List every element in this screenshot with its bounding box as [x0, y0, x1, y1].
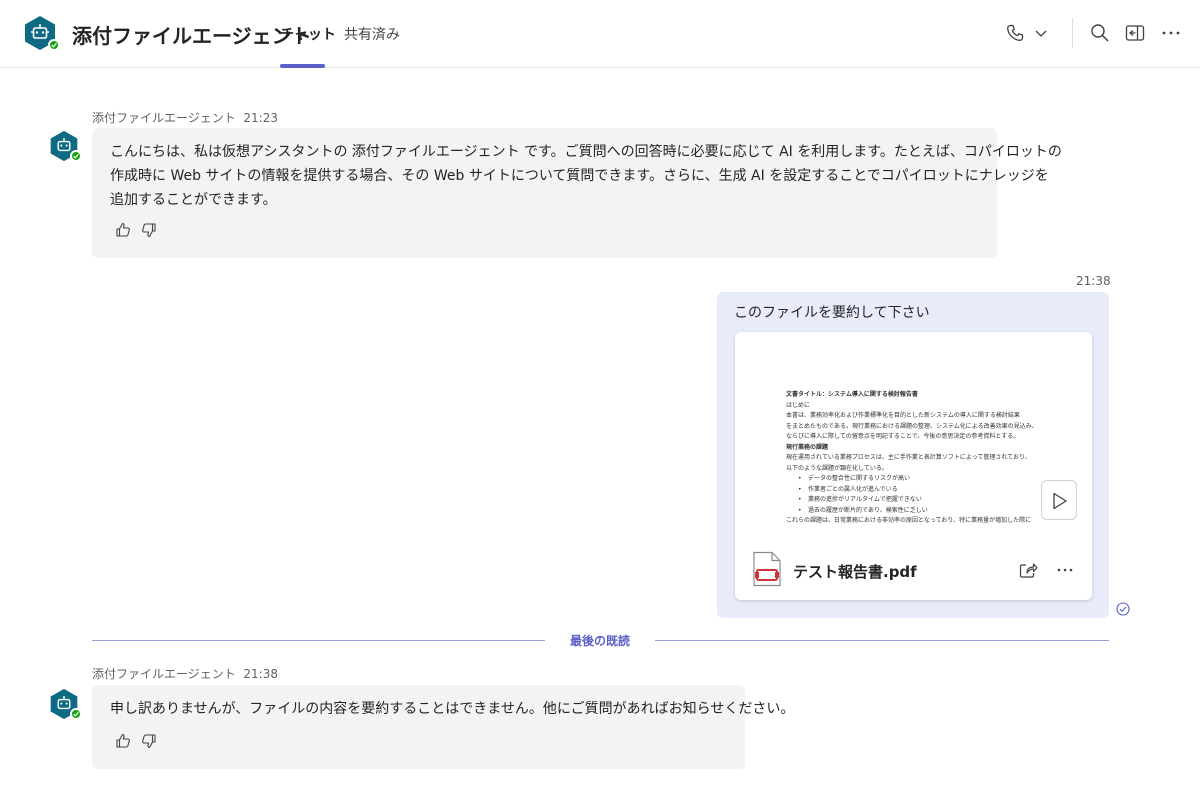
file-preview[interactable]: 文書タイトル：システム導入に関する検討報告書 はじめに 本書は、業務効率化および…	[735, 332, 1092, 537]
thumbs-up-icon[interactable]	[114, 221, 132, 239]
preview-line: 現在運用されている業務プロセスは、主に手作業と表計算ソフトによって管理されており…	[786, 454, 1031, 461]
file-info-row: テスト報告書.pdf	[735, 537, 1092, 600]
sender-name: 添付ファイルエージェント	[92, 111, 236, 125]
tab-chat[interactable]: チャット	[280, 24, 336, 44]
message-text: このファイルを要約して下さい	[734, 305, 930, 321]
divider-line	[655, 640, 1109, 641]
preview-line: 本書は、業務効率化および作業標準化を目的とした新システムの導入に関する検討結果	[786, 412, 1020, 419]
bot-avatar[interactable]	[48, 688, 82, 720]
open-preview-button[interactable]	[1041, 480, 1077, 520]
pdf-file-icon	[752, 551, 782, 587]
thumbs-down-icon[interactable]	[140, 732, 158, 750]
active-tab-indicator	[280, 64, 325, 68]
read-receipt-icon	[1116, 602, 1130, 616]
bot-message-bubble: こんにちは、私は仮想アシスタントの 添付ファイルエージェント です。ご質問への回…	[92, 128, 1062, 258]
message-meta: 添付ファイルエージェント 21:38	[92, 665, 278, 682]
more-icon[interactable]	[1160, 22, 1182, 44]
file-attachment-card[interactable]: 文書タイトル：システム導入に関する検討報告書 はじめに 本書は、業務効率化および…	[735, 332, 1092, 600]
presence-available-icon	[70, 150, 82, 162]
message-time: 21:38	[1076, 274, 1111, 288]
thumbs-up-icon[interactable]	[114, 732, 132, 750]
message-line: こんにちは、私は仮想アシスタントの 添付ファイルエージェント です。ご質問への回…	[110, 144, 1062, 160]
message-time: 21:38	[243, 667, 278, 681]
message-time: 21:23	[243, 111, 278, 125]
phone-icon[interactable]	[1004, 22, 1026, 44]
message-line: 作成時に Web サイトの情報を提供する場合、その Web サイトについて質問で…	[110, 168, 1049, 184]
sender-name: 添付ファイルエージェント	[92, 667, 236, 681]
header-separator	[1072, 18, 1073, 48]
presence-available-icon	[48, 39, 60, 51]
document-preview-text: 文書タイトル：システム導入に関する検討報告書 はじめに 本書は、業務効率化および…	[786, 390, 1046, 527]
play-icon	[1053, 492, 1067, 510]
presence-available-icon	[70, 708, 82, 720]
pop-out-icon[interactable]	[1124, 22, 1146, 44]
preview-line: これらの課題は、日常業務における非効率の原因となっており、特に業務量が増加した際…	[786, 517, 1032, 524]
file-name[interactable]: テスト報告書.pdf	[793, 561, 917, 582]
thumbs-down-icon[interactable]	[140, 221, 158, 239]
preview-line: 現行業務の課題	[786, 443, 829, 451]
preview-line: をまとめたものである。現行業務における課題の整理、システム化による改善効果の見込…	[786, 422, 1038, 430]
message-line: 追加することができます。	[110, 192, 277, 208]
preview-line: ならびに導入に際しての留意点を明記することで、今後の意思決定の参考資料とする。	[786, 433, 1020, 440]
divider-line	[92, 640, 545, 641]
preview-bullet: データの整合性に関するリスクが高い	[786, 474, 1046, 485]
bot-message-bubble: 申し訳ありませんが、ファイルの内容を要約することはできません。他にご質問があれば…	[92, 685, 795, 769]
chevron-down-icon[interactable]	[1032, 22, 1050, 44]
message-text: 申し訳ありませんが、ファイルの内容を要約することはできません。他にご質問があれば…	[110, 701, 795, 717]
message-meta: 添付ファイルエージェント 21:23	[92, 109, 278, 126]
search-icon[interactable]	[1089, 22, 1111, 44]
message-text: こんにちは、私は仮想アシスタントの 添付ファイルエージェント です。ご質問への回…	[110, 140, 1062, 212]
tab-shared[interactable]: 共有済み	[344, 24, 400, 44]
bot-avatar[interactable]	[48, 130, 82, 162]
preview-bullet: 作業者ごとの属人化が進んでいる	[786, 485, 1046, 496]
preview-title: 文書タイトル：システム導入に関する検討報告書	[786, 391, 918, 398]
chat-title: 添付ファイルエージェント	[72, 24, 312, 48]
preview-line: はじめに	[786, 401, 811, 409]
last-read-label: 最後の既読	[569, 634, 630, 648]
preview-bullet: 過去の履歴が断片的であり、検索性に乏しい	[786, 506, 1046, 517]
more-options-icon[interactable]	[1055, 561, 1075, 579]
bot-avatar[interactable]	[22, 15, 60, 51]
preview-line: 以下のような課題が顕在化している。	[786, 464, 888, 472]
preview-bullet: 業務の進捗がリアルタイムで把握できない	[786, 495, 1046, 506]
chat-header: 添付ファイルエージェント チャット 共有済み	[0, 0, 1200, 68]
my-message-bubble: このファイルを要約して下さい 文書タイトル：システム導入に関する検討報告書 はじ…	[717, 292, 1109, 618]
share-icon[interactable]	[1018, 561, 1038, 579]
